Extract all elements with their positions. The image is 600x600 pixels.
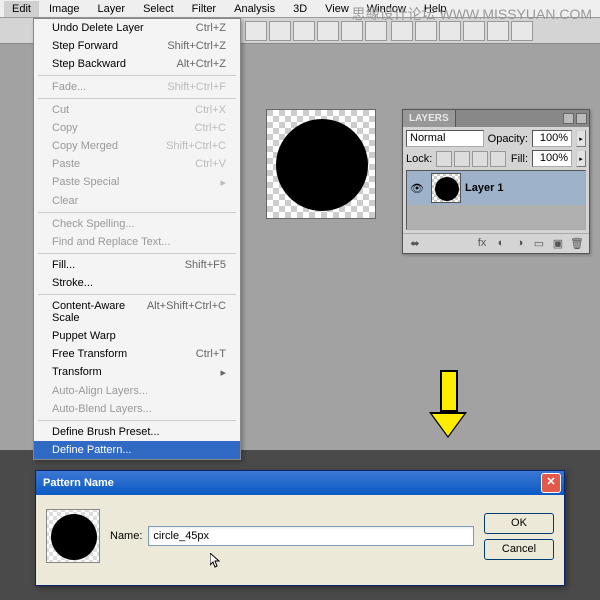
tutorial-arrow-icon <box>440 370 467 438</box>
edit-dropdown-menu: Undo Delete LayerCtrl+Z Step ForwardShif… <box>33 18 241 460</box>
menu-free-transform[interactable]: Free TransformCtrl+T <box>34 345 240 363</box>
dialog-title: Pattern Name <box>39 477 114 489</box>
menu-image[interactable]: Image <box>41 1 88 17</box>
menu-content-aware-scale[interactable]: Content-Aware ScaleAlt+Shift+Ctrl+C <box>34 297 240 327</box>
adjustment-icon[interactable]: ◑ <box>512 237 528 251</box>
menu-paste-special: Paste Special▸ <box>34 173 240 192</box>
menu-copy: CopyCtrl+C <box>34 119 240 137</box>
cursor-icon <box>210 553 222 569</box>
menu-check-spelling: Check Spelling... <box>34 215 240 233</box>
new-layer-icon[interactable]: ▣ <box>550 237 566 251</box>
layer-name[interactable]: Layer 1 <box>465 182 504 194</box>
menu-puppet-warp[interactable]: Puppet Warp <box>34 327 240 345</box>
align-icon[interactable] <box>317 21 339 41</box>
layer-row[interactable]: 👁 Layer 1 <box>407 171 585 205</box>
pattern-name-dialog: Pattern Name ✕ Name: OK Cancel <box>35 470 565 586</box>
visibility-eye-icon[interactable]: 👁 <box>407 182 427 195</box>
pattern-preview <box>46 509 100 563</box>
menu-clear: Clear <box>34 192 240 210</box>
menu-define-brush[interactable]: Define Brush Preset... <box>34 423 240 441</box>
layer-list: 👁 Layer 1 <box>406 170 586 230</box>
menu-cut: CutCtrl+X <box>34 101 240 119</box>
align-icon[interactable] <box>293 21 315 41</box>
menu-stroke[interactable]: Stroke... <box>34 274 240 292</box>
mask-icon[interactable]: ◐ <box>493 237 509 251</box>
panel-menu-icon[interactable] <box>563 113 574 124</box>
panel-close-icon[interactable] <box>576 113 587 124</box>
lock-transparent-icon[interactable] <box>436 151 452 167</box>
lock-all-icon[interactable] <box>490 151 506 167</box>
align-icon[interactable] <box>269 21 291 41</box>
menu-layer[interactable]: Layer <box>90 1 134 17</box>
menu-fill[interactable]: Fill...Shift+F5 <box>34 256 240 274</box>
menu-select[interactable]: Select <box>135 1 182 17</box>
menu-3d[interactable]: 3D <box>285 1 315 17</box>
layers-tab[interactable]: LAYERS <box>403 110 456 127</box>
fill-label: Fill: <box>511 153 528 165</box>
circle-shape <box>276 119 368 211</box>
menu-copy-merged: Copy MergedShift+Ctrl+C <box>34 137 240 155</box>
fill-input[interactable]: 100% <box>532 150 572 167</box>
menu-auto-align: Auto-Align Layers... <box>34 382 240 400</box>
menu-transform[interactable]: Transform▸ <box>34 363 240 382</box>
menu-define-pattern[interactable]: Define Pattern... <box>34 441 240 459</box>
link-icon[interactable]: ⬌ <box>407 237 423 251</box>
menu-auto-blend: Auto-Blend Layers... <box>34 400 240 418</box>
menu-fade: Fade...Shift+Ctrl+F <box>34 78 240 96</box>
group-icon[interactable]: ▭ <box>531 237 547 251</box>
pattern-name-input[interactable] <box>148 526 474 546</box>
close-icon[interactable]: ✕ <box>541 473 561 493</box>
watermark: 思緣设计论坛 WWW.MISSYUAN.COM <box>352 4 592 24</box>
layer-thumbnail[interactable] <box>431 173 461 203</box>
dialog-titlebar[interactable]: Pattern Name ✕ <box>36 471 564 495</box>
opacity-arrow-icon[interactable]: ▸ <box>576 130 586 147</box>
menu-paste: PasteCtrl+V <box>34 155 240 173</box>
fill-arrow-icon[interactable]: ▸ <box>576 150 586 167</box>
blend-mode-select[interactable]: Normal <box>406 130 484 147</box>
trash-icon[interactable]: 🗑 <box>569 237 585 251</box>
menu-step-forward[interactable]: Step ForwardShift+Ctrl+Z <box>34 37 240 55</box>
lock-position-icon[interactable] <box>472 151 488 167</box>
lock-label: Lock: <box>406 153 432 165</box>
menu-analysis[interactable]: Analysis <box>226 1 283 17</box>
menu-find-replace: Find and Replace Text... <box>34 233 240 251</box>
align-icon[interactable] <box>245 21 267 41</box>
ok-button[interactable]: OK <box>484 513 554 534</box>
lock-pixels-icon[interactable] <box>454 151 470 167</box>
menu-undo[interactable]: Undo Delete LayerCtrl+Z <box>34 19 240 37</box>
opacity-label: Opacity: <box>488 133 528 145</box>
cancel-button[interactable]: Cancel <box>484 539 554 560</box>
layers-panel: LAYERS Normal Opacity: 100% ▸ Lock: <box>402 109 590 254</box>
fx-icon[interactable]: fx <box>474 237 490 251</box>
opacity-input[interactable]: 100% <box>532 130 572 147</box>
document-canvas[interactable] <box>266 109 376 219</box>
menu-step-backward[interactable]: Step BackwardAlt+Ctrl+Z <box>34 55 240 73</box>
menu-edit[interactable]: Edit <box>4 1 39 17</box>
menu-filter[interactable]: Filter <box>184 1 224 17</box>
name-label: Name: <box>110 530 142 542</box>
